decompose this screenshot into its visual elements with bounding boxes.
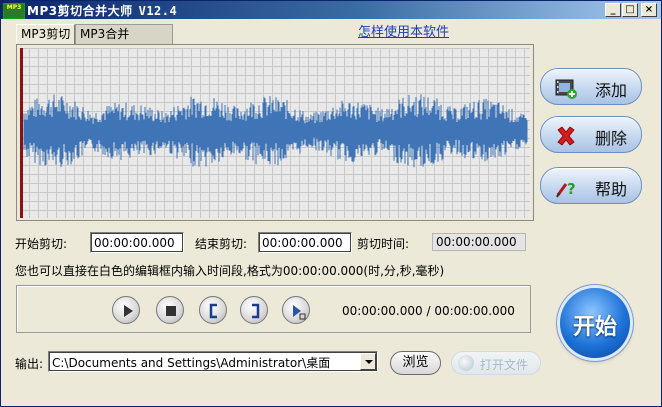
how-to-use-link[interactable]: 怎样使用本软件 [358,21,449,40]
app-window: MP3 MP3剪切合并大师 V12.4 _ □ × MP3剪切 MP3合并 怎样使… [0,0,662,407]
cut-duration-label: 剪切时间: [357,237,410,251]
play-selection-button[interactable] [282,296,310,324]
app-name: MP3剪切合并大师 [27,4,133,18]
playback-position: 00:00:00.000 [342,304,423,318]
mark-end-button[interactable] [240,296,268,324]
cut-duration-display: 00:00:00.000 [432,233,526,251]
open-file-label: 打开文件 [480,358,529,372]
playback-cursor[interactable] [20,48,23,218]
title-bar[interactable]: MP3 MP3剪切合并大师 V12.4 _ □ × [1,1,661,19]
tab-mp3-merge[interactable]: MP3合并 [75,24,173,44]
waveform-display[interactable] [20,48,530,218]
delete-button[interactable]: 删除 [540,116,642,153]
tab-mp3-cut[interactable]: MP3剪切 [16,24,76,44]
time-separator: / [426,304,431,318]
stop-icon [166,306,176,316]
end-cut-input[interactable] [258,232,352,253]
open-file-icon [458,355,474,371]
start-cut-label: 开始剪切: [15,237,68,251]
play-selection-icon [293,305,306,320]
film-add-icon [555,79,577,99]
add-button[interactable]: 添加 [540,68,642,105]
start-button[interactable]: 开始 [560,288,630,358]
close-button[interactable]: × [641,3,657,17]
svg-text:?: ? [567,180,576,198]
mark-end-icon [252,303,260,319]
waveform-path [23,94,528,168]
waveform-graphic [23,94,528,168]
waveform-panel [16,44,534,221]
help-button[interactable]: ? 帮助 [540,167,642,204]
stop-button[interactable] [156,296,184,324]
browse-button[interactable]: 浏览 [390,351,441,375]
chevron-down-icon[interactable] [360,353,376,370]
open-file-button[interactable]: 打开文件 [451,351,541,375]
end-cut-label: 结束剪切: [195,237,248,251]
playback-time: 00:00:00.000 / 00:00:00.000 [342,304,515,318]
app-version: V12.4 [138,4,178,18]
add-button-label: 添加 [595,81,628,100]
playback-total: 00:00:00.000 [434,304,515,318]
time-format-hint: 您也可以直接在白色的编辑框内输入时间段,格式为00:00:00.000(时,分,… [15,264,445,278]
maximize-button[interactable]: □ [622,3,638,17]
output-path-value: C:\Documents and Settings\Administrator\… [52,356,331,370]
delete-button-label: 删除 [595,129,628,148]
player-panel: 00:00:00.000 / 00:00:00.000 [16,285,531,333]
play-button[interactable] [112,296,140,324]
mark-start-icon [209,303,217,319]
help-button-label: 帮助 [595,180,628,199]
minimize-button[interactable]: _ [605,3,621,17]
output-path-select[interactable]: C:\Documents and Settings\Administrator\… [48,351,378,372]
app-logo-icon: MP3 [3,3,25,19]
mark-start-button[interactable] [199,296,227,324]
play-icon [124,305,133,317]
start-button-label: 开始 [572,315,617,340]
red-x-icon [557,126,575,146]
start-cut-input[interactable] [90,232,184,253]
output-label: 输出: [15,357,44,371]
window-title: MP3剪切合并大师 V12.4 [27,2,177,19]
help-question-icon: ? [556,180,576,198]
